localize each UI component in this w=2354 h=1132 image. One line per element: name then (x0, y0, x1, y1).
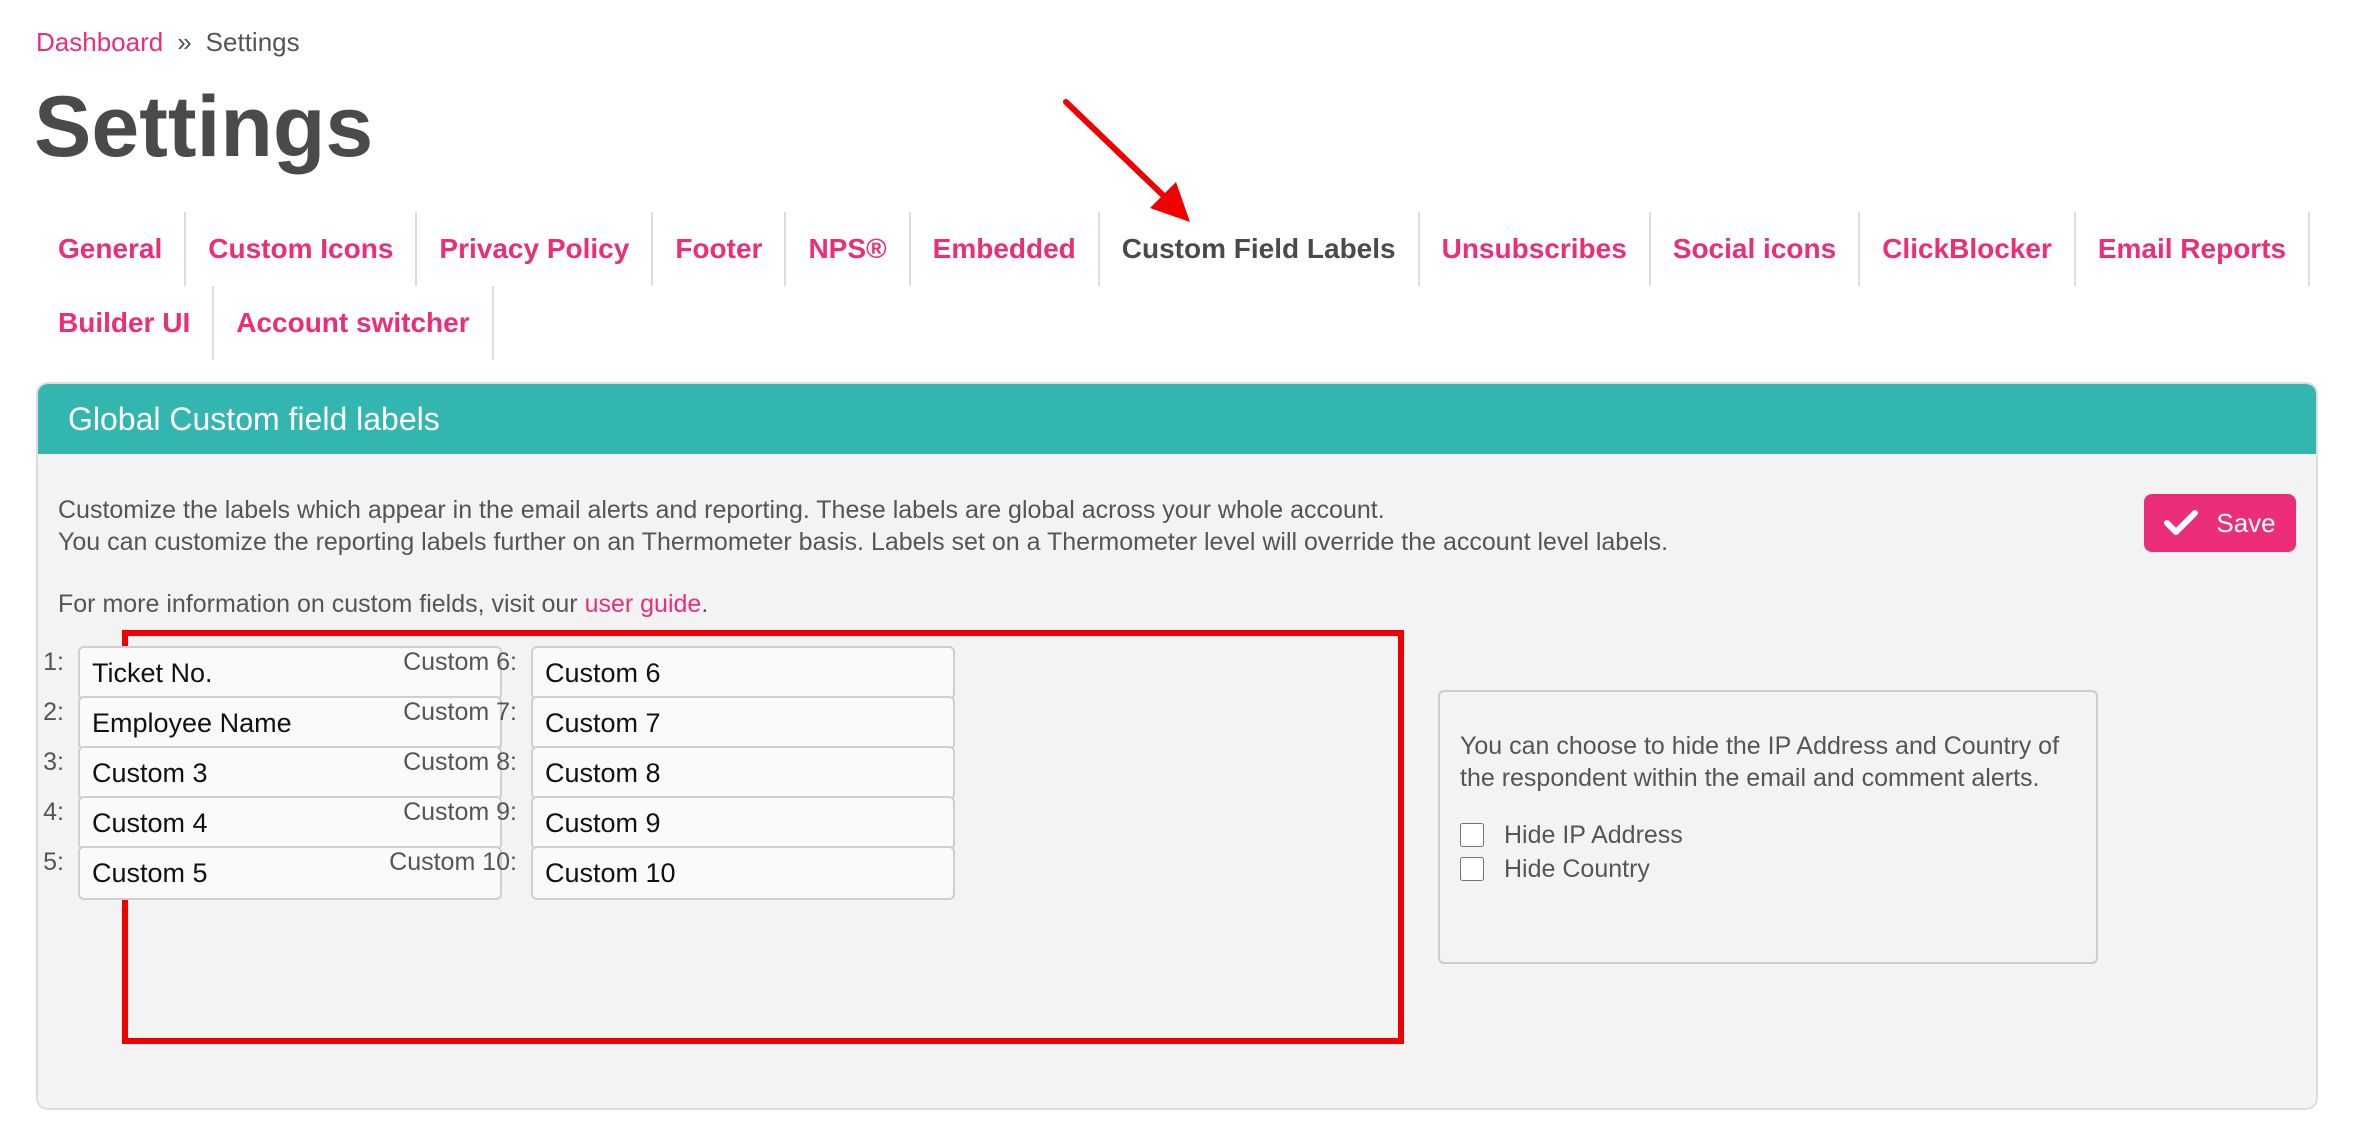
custom-field-6: Custom 6: (128, 646, 955, 702)
hide-ip-row: Hide IP Address (1460, 818, 2076, 852)
more-info-text: For more information on custom fields, v… (58, 588, 1668, 620)
custom-field-label: Custom 10: (389, 848, 517, 876)
custom-field-label: Custom 5: (38, 848, 64, 876)
hide-country-checkbox[interactable] (1460, 857, 1484, 881)
hide-ip-checkbox[interactable] (1460, 823, 1484, 847)
tab-footer[interactable]: Footer (653, 212, 787, 286)
custom-field-labels-panel: Global Custom field labels Customize the… (36, 382, 2318, 1110)
tab-custom-field-labels[interactable]: Custom Field Labels (1100, 212, 1420, 286)
description-line-1: Customize the labels which appear in the… (58, 496, 1385, 524)
tab-privacy-policy[interactable]: Privacy Policy (417, 212, 654, 286)
custom-field-label: Custom 3: (38, 748, 64, 776)
panel-description: Customize the labels which appear in the… (58, 494, 1668, 620)
annotation-arrow (1063, 99, 1190, 222)
user-guide-link[interactable]: user guide (585, 590, 702, 618)
breadcrumb-current: Settings (205, 27, 300, 57)
tab-row-2: Builder UI Account switcher (36, 286, 2336, 360)
custom-field-10-input[interactable] (531, 846, 955, 900)
tab-email-reports[interactable]: Email Reports (2076, 212, 2311, 286)
custom-field-9: Custom 9: (128, 796, 955, 852)
custom-field-label: Custom 1: (38, 648, 64, 676)
hide-ip-label: Hide IP Address (1504, 821, 1683, 849)
custom-field-label: Custom 8: (403, 748, 517, 776)
hide-country-label: Hide Country (1504, 855, 1650, 883)
more-info-suffix: . (701, 590, 709, 618)
custom-fields-highlight-box: Custom 1: Custom 2: Custom 3: Custom 4: … (38, 630, 1404, 1044)
tab-account-switcher[interactable]: Account switcher (214, 286, 494, 360)
checkmark-icon (2164, 510, 2199, 535)
panel-title: Global Custom field labels (38, 384, 2316, 454)
save-button[interactable]: Save (2144, 494, 2296, 552)
tab-clickblocker[interactable]: ClickBlocker (1860, 212, 2076, 286)
custom-field-label: Custom 6: (403, 648, 517, 676)
custom-field-8: Custom 8: (128, 746, 955, 802)
breadcrumb-dashboard-link[interactable]: Dashboard (36, 27, 163, 57)
settings-tabs: General Custom Icons Privacy Policy Foot… (36, 212, 2336, 360)
tab-unsubscribes[interactable]: Unsubscribes (1420, 212, 1651, 286)
custom-field-7: Custom 7: (128, 696, 955, 752)
custom-field-6-input[interactable] (531, 646, 955, 700)
more-info-prefix: For more information on custom fields, v… (58, 590, 585, 618)
custom-field-10: Custom 10: (128, 846, 955, 902)
tab-custom-icons[interactable]: Custom Icons (186, 212, 418, 286)
settings-page: Dashboard » Settings Settings General Cust… (0, 0, 2354, 1132)
save-label: Save (2216, 507, 2276, 538)
breadcrumb-separator: » (177, 27, 192, 57)
tab-embedded[interactable]: Embedded (911, 212, 1100, 286)
description-line-2: You can customize the reporting labels f… (58, 528, 1669, 556)
custom-field-label: Custom 2: (38, 698, 64, 726)
custom-field-8-input[interactable] (531, 746, 955, 800)
tab-general[interactable]: General (36, 212, 187, 286)
tab-social-icons[interactable]: Social icons (1651, 212, 1861, 286)
privacy-options-description: You can choose to hide the IP Address an… (1460, 732, 2060, 792)
custom-field-label: Custom 9: (403, 798, 517, 826)
hide-country-row: Hide Country (1460, 852, 2076, 886)
tab-builder-ui[interactable]: Builder UI (36, 286, 215, 360)
tab-row-1: General Custom Icons Privacy Policy Foot… (36, 212, 2336, 286)
breadcrumb: Dashboard » Settings (36, 24, 300, 60)
privacy-options-box: You can choose to hide the IP Address an… (1438, 690, 2098, 964)
custom-field-label: Custom 7: (403, 698, 517, 726)
custom-field-label: Custom 4: (38, 798, 64, 826)
page-title: Settings (34, 79, 374, 175)
custom-field-7-input[interactable] (531, 696, 955, 750)
tab-nps[interactable]: NPS® (786, 212, 911, 286)
custom-field-9-input[interactable] (531, 796, 955, 850)
